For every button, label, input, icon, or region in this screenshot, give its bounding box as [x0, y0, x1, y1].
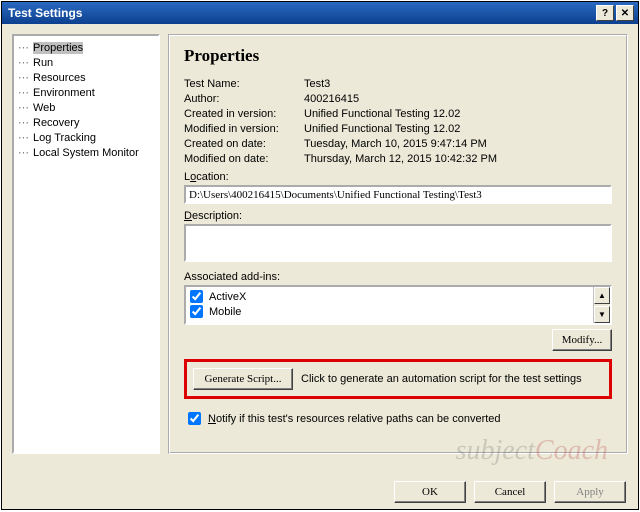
addin-checkbox-activex[interactable] [190, 290, 203, 303]
cancel-button[interactable]: Cancel [474, 481, 546, 503]
tree-item-recovery[interactable]: ⋯Recovery [16, 115, 156, 130]
tree-item-web[interactable]: ⋯Web [16, 100, 156, 115]
createdon-value: Tuesday, March 10, 2015 9:47:14 PM [304, 138, 612, 150]
generate-hint: Click to generate an automation script f… [301, 373, 582, 385]
dialog-title: Test Settings [6, 6, 82, 20]
help-icon[interactable]: ? [596, 5, 614, 21]
tree-item-environment[interactable]: ⋯Environment [16, 85, 156, 100]
tree-item-properties[interactable]: ⋯Properties [16, 40, 156, 55]
createdver-label: Created in version: [184, 108, 304, 120]
author-label: Author: [184, 93, 304, 105]
apply-button[interactable]: Apply [554, 481, 626, 503]
addins-list: ActiveX Mobile ▲ ▼ [184, 285, 612, 325]
location-label: Location: [184, 171, 612, 183]
modon-value: Thursday, March 12, 2015 10:42:32 PM [304, 153, 612, 165]
generate-highlight: Generate Script... Click to generate an … [184, 359, 612, 399]
tree-item-log-tracking[interactable]: ⋯Log Tracking [16, 130, 156, 145]
modify-button[interactable]: Modify... [552, 329, 612, 351]
main-panel: Properties Test Name:Test3 Author:400216… [168, 34, 628, 454]
close-icon[interactable]: ✕ [616, 5, 634, 21]
panel-heading: Properties [184, 46, 612, 66]
dialog-buttons: OK Cancel Apply [394, 481, 626, 503]
modon-label: Modified on date: [184, 153, 304, 165]
scroll-down-icon[interactable]: ▼ [594, 306, 610, 323]
author-value: 400216415 [304, 93, 612, 105]
addin-name: ActiveX [209, 291, 246, 303]
tree-item-local-system-monitor[interactable]: ⋯Local System Monitor [16, 145, 156, 160]
addin-row[interactable]: ActiveX [188, 289, 591, 304]
modver-value: Unified Functional Testing 12.02 [304, 123, 612, 135]
addins-label: Associated add-ins: [184, 271, 612, 283]
addin-checkbox-mobile[interactable] [190, 305, 203, 318]
notify-checkbox[interactable] [188, 412, 201, 425]
addin-name: Mobile [209, 306, 241, 318]
testname-value: Test3 [304, 78, 612, 90]
testname-label: Test Name: [184, 78, 304, 90]
createdon-label: Created on date: [184, 138, 304, 150]
ok-button[interactable]: OK [394, 481, 466, 503]
nav-tree: ⋯Properties ⋯Run ⋯Resources ⋯Environment… [12, 34, 160, 454]
addin-row[interactable]: Mobile [188, 304, 591, 319]
createdver-value: Unified Functional Testing 12.02 [304, 108, 612, 120]
tree-item-resources[interactable]: ⋯Resources [16, 70, 156, 85]
generate-script-button[interactable]: Generate Script... [193, 368, 293, 390]
scroll-up-icon[interactable]: ▲ [594, 287, 610, 304]
notify-label: Notify if this test's resources relative… [208, 413, 501, 425]
tree-item-run[interactable]: ⋯Run [16, 55, 156, 70]
description-label: Description: [184, 210, 612, 222]
location-field[interactable] [184, 185, 612, 204]
modver-label: Modified in version: [184, 123, 304, 135]
titlebar: Test Settings ? ✕ [2, 2, 638, 24]
description-field[interactable] [184, 224, 612, 262]
addins-scrollbar[interactable]: ▲ ▼ [593, 287, 610, 323]
